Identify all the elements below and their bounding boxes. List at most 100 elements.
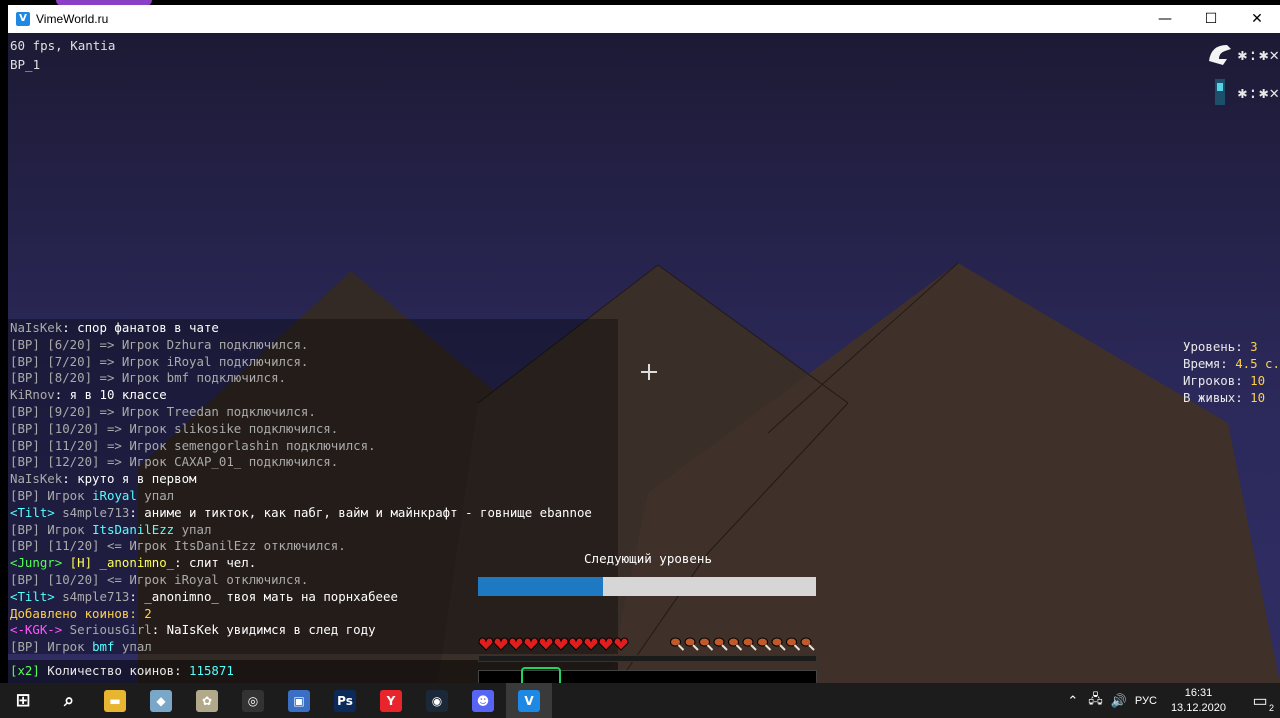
- steam-icon: ◉: [426, 689, 448, 712]
- yandex-browser-taskbar-button[interactable]: Y: [368, 683, 414, 718]
- fps-debug-text: 60 fps, Kantia: [10, 38, 116, 53]
- game-viewport[interactable]: 60 fps, Kantia BP_1 ✱:✱✕ ✱:✱✕ NaIsKek: с…: [8, 33, 1280, 683]
- vimeworld-taskbar-button[interactable]: V: [506, 683, 552, 718]
- coins-value: 115871: [189, 663, 234, 678]
- pinned-app-taskbar-button-1[interactable]: ◆: [138, 683, 184, 718]
- chat-line: KiRnov: я в 10 классе: [10, 386, 167, 403]
- windows-taskbar: ⊞ ⌕ ▬ ◆ ✿ ◎ ▣ Ps Y ◉ ☻ V ⌃ 🖧 🔊 РУС 16:31 13.12.2020…: [0, 683, 1280, 718]
- chat-line: [BP] [7/20] => Игрок iRoyal подключился.: [10, 353, 308, 370]
- stat-alive: В живых: 10: [1183, 390, 1266, 405]
- maximize-button[interactable]: ☐: [1188, 5, 1234, 33]
- coins-multiplier: [x2]: [10, 663, 40, 678]
- chat-segment: : я в 10 классе: [54, 387, 167, 403]
- chat-segment: s4mple713: [54, 588, 130, 604]
- chat-segment: ItsDanilEzz: [92, 521, 175, 537]
- chat-segment: [BP] [10/20] => Игрок slikosike подключи…: [10, 420, 339, 436]
- discord-taskbar-button[interactable]: ☻: [460, 683, 506, 718]
- next-level-progress-bar: [478, 577, 816, 596]
- chat-segment: : NaIsKek увидимся в след году: [151, 622, 376, 638]
- tray-overflow-chevron-icon[interactable]: ⌃: [1067, 693, 1078, 709]
- minimize-button[interactable]: —: [1142, 5, 1188, 33]
- chat-segment: [BP] [8/20] => Игрок bmf подключился.: [10, 370, 287, 386]
- heart-icon: [493, 637, 509, 651]
- pinned-app-icon-1: ◆: [150, 689, 172, 712]
- obs-taskbar-button[interactable]: ◎: [230, 683, 276, 718]
- chat-segment: NaIsKek: [10, 471, 63, 487]
- chat-segment: упал: [136, 488, 175, 503]
- scoreboard-player-row: ✱:✱✕: [1205, 41, 1280, 67]
- chat-line: NaIsKek: круто я в первом: [10, 470, 197, 487]
- chat-segment: [BP] [10/20] <= Игрок iRoyal отключился.: [10, 572, 309, 587]
- chat-line: [BP] Игрок ItsDanilEzz упал: [10, 521, 211, 538]
- chat-segment: SeriousGirl: [62, 622, 152, 638]
- heart-icon: [523, 637, 539, 651]
- chat-segment: [BP] [9/20] => Игрок Treedan подключился…: [10, 404, 316, 419]
- next-level-title: Следующий уровень: [584, 551, 712, 566]
- chat-line: [BP] [12/20] => Игрок CAXAP_01_ подключи…: [10, 453, 338, 470]
- chat-segment: KiRnov: [10, 387, 55, 403]
- crosshair-icon: [641, 364, 657, 380]
- chat-line: [BP] Игрок bmf упал: [10, 638, 152, 655]
- clock[interactable]: 16:31 13.12.2020: [1171, 686, 1226, 716]
- chat-segment: [BP] Игрок: [10, 639, 93, 655]
- notification-icon: ▭: [1252, 692, 1268, 710]
- chat-segment: упал: [114, 639, 152, 655]
- photoshop-taskbar-button[interactable]: Ps: [322, 683, 368, 718]
- chat-line: [BP] [8/20] => Игрок bmf подключился.: [10, 369, 286, 386]
- language-indicator[interactable]: РУС: [1135, 695, 1157, 707]
- chat-line: [BP] Игрок iRoyal упал: [10, 487, 174, 504]
- next-level-progress-fill: [478, 577, 604, 596]
- system-tray: ⌃ 🖧 🔊 РУС 16:31 13.12.2020 ▭ 2: [1067, 683, 1280, 718]
- chat-segment: упал: [174, 521, 212, 537]
- chat-segment: <-KGK->: [10, 622, 63, 638]
- chat-segment: : спор фанатов в чате: [62, 320, 219, 335]
- close-button[interactable]: ✕: [1234, 5, 1280, 33]
- hunger-drumstick-icon: [699, 637, 714, 651]
- chat-line: [BP] [11/20] <= Игрок ItsDanilEzz отключ…: [10, 537, 346, 554]
- notification-center-button[interactable]: ▭ 2: [1240, 683, 1280, 718]
- chat-segment: NaIsKek: [10, 320, 63, 335]
- heart-icon: [613, 637, 629, 651]
- stat-level: Уровень: 3: [1183, 339, 1258, 354]
- health-hunger-bar: [478, 637, 815, 651]
- chat-segment: [BP] [7/20] => Игрок iRoyal подключился.: [10, 353, 309, 369]
- chat-segment: [BP] [12/20] => Игрок CAXAP_01_ подключи…: [10, 454, 339, 470]
- steam-taskbar-button[interactable]: ◉: [414, 683, 460, 718]
- chat-segment: <Tilt>: [10, 588, 55, 604]
- chat-segment: [H] _anonimno_: [62, 555, 175, 571]
- hotbar[interactable]: [478, 667, 817, 683]
- discord-icon: ☻: [472, 689, 494, 712]
- player-skin-icon: [1215, 79, 1226, 105]
- clock-time: 16:31: [1184, 686, 1213, 699]
- hotbar-selected-slot[interactable]: [520, 667, 561, 683]
- windows-start-icon: ⊞: [15, 690, 31, 711]
- pinned-app-icon-2: ✿: [196, 689, 218, 712]
- chat-line: [BP] [11/20] => Игрок semengorlashin под…: [10, 437, 376, 454]
- windows-start-taskbar-button[interactable]: ⊞: [0, 683, 46, 718]
- heart-icon: [553, 637, 569, 651]
- hunger-drumstick-icon: [670, 637, 685, 651]
- chat-line: <Tilt> s4mple713: _anonimno_ твоя мать н…: [10, 588, 398, 605]
- chat-segment: : аниме и тикток, как пабг, вайм и майнк…: [129, 504, 592, 520]
- window-title: VimeWorld.ru: [36, 12, 109, 26]
- pinned-app-taskbar-button-2[interactable]: ✿: [184, 683, 230, 718]
- chat-segment: [BP] [11/20] <= Игрок ItsDanilEzz отключ…: [10, 538, 346, 554]
- chat-line: NaIsKek: спор фанатов в чате: [10, 319, 219, 336]
- search-taskbar-button[interactable]: ⌕: [46, 683, 92, 718]
- volume-icon[interactable]: 🔊: [1111, 693, 1127, 709]
- clock-date: 13.12.2020: [1170, 701, 1226, 714]
- notification-count: 2: [1268, 703, 1274, 713]
- chat-segment: [BP] [11/20] => Игрок semengorlashin под…: [10, 437, 376, 453]
- hunger-drumstick-icon: [684, 637, 699, 651]
- chat-segment: <Jungr>: [10, 555, 63, 571]
- chat-segment: [BP] [6/20] => Игрок Dzhura подключился.: [10, 336, 309, 352]
- file-explorer-taskbar-button[interactable]: ▬: [92, 683, 138, 718]
- window-titlebar[interactable]: V VimeWorld.ru — ☐ ✕: [8, 5, 1280, 33]
- hunger-drumstick-icon: [786, 637, 801, 651]
- video-editor-taskbar-button[interactable]: ▣: [276, 683, 322, 718]
- yandex-browser-icon: Y: [380, 689, 402, 712]
- network-icon[interactable]: 🖧: [1088, 690, 1103, 712]
- video-editor-icon: ▣: [288, 689, 310, 712]
- hunger-drumstick-icon: [713, 637, 728, 651]
- file-explorer-icon: ▬: [104, 689, 126, 712]
